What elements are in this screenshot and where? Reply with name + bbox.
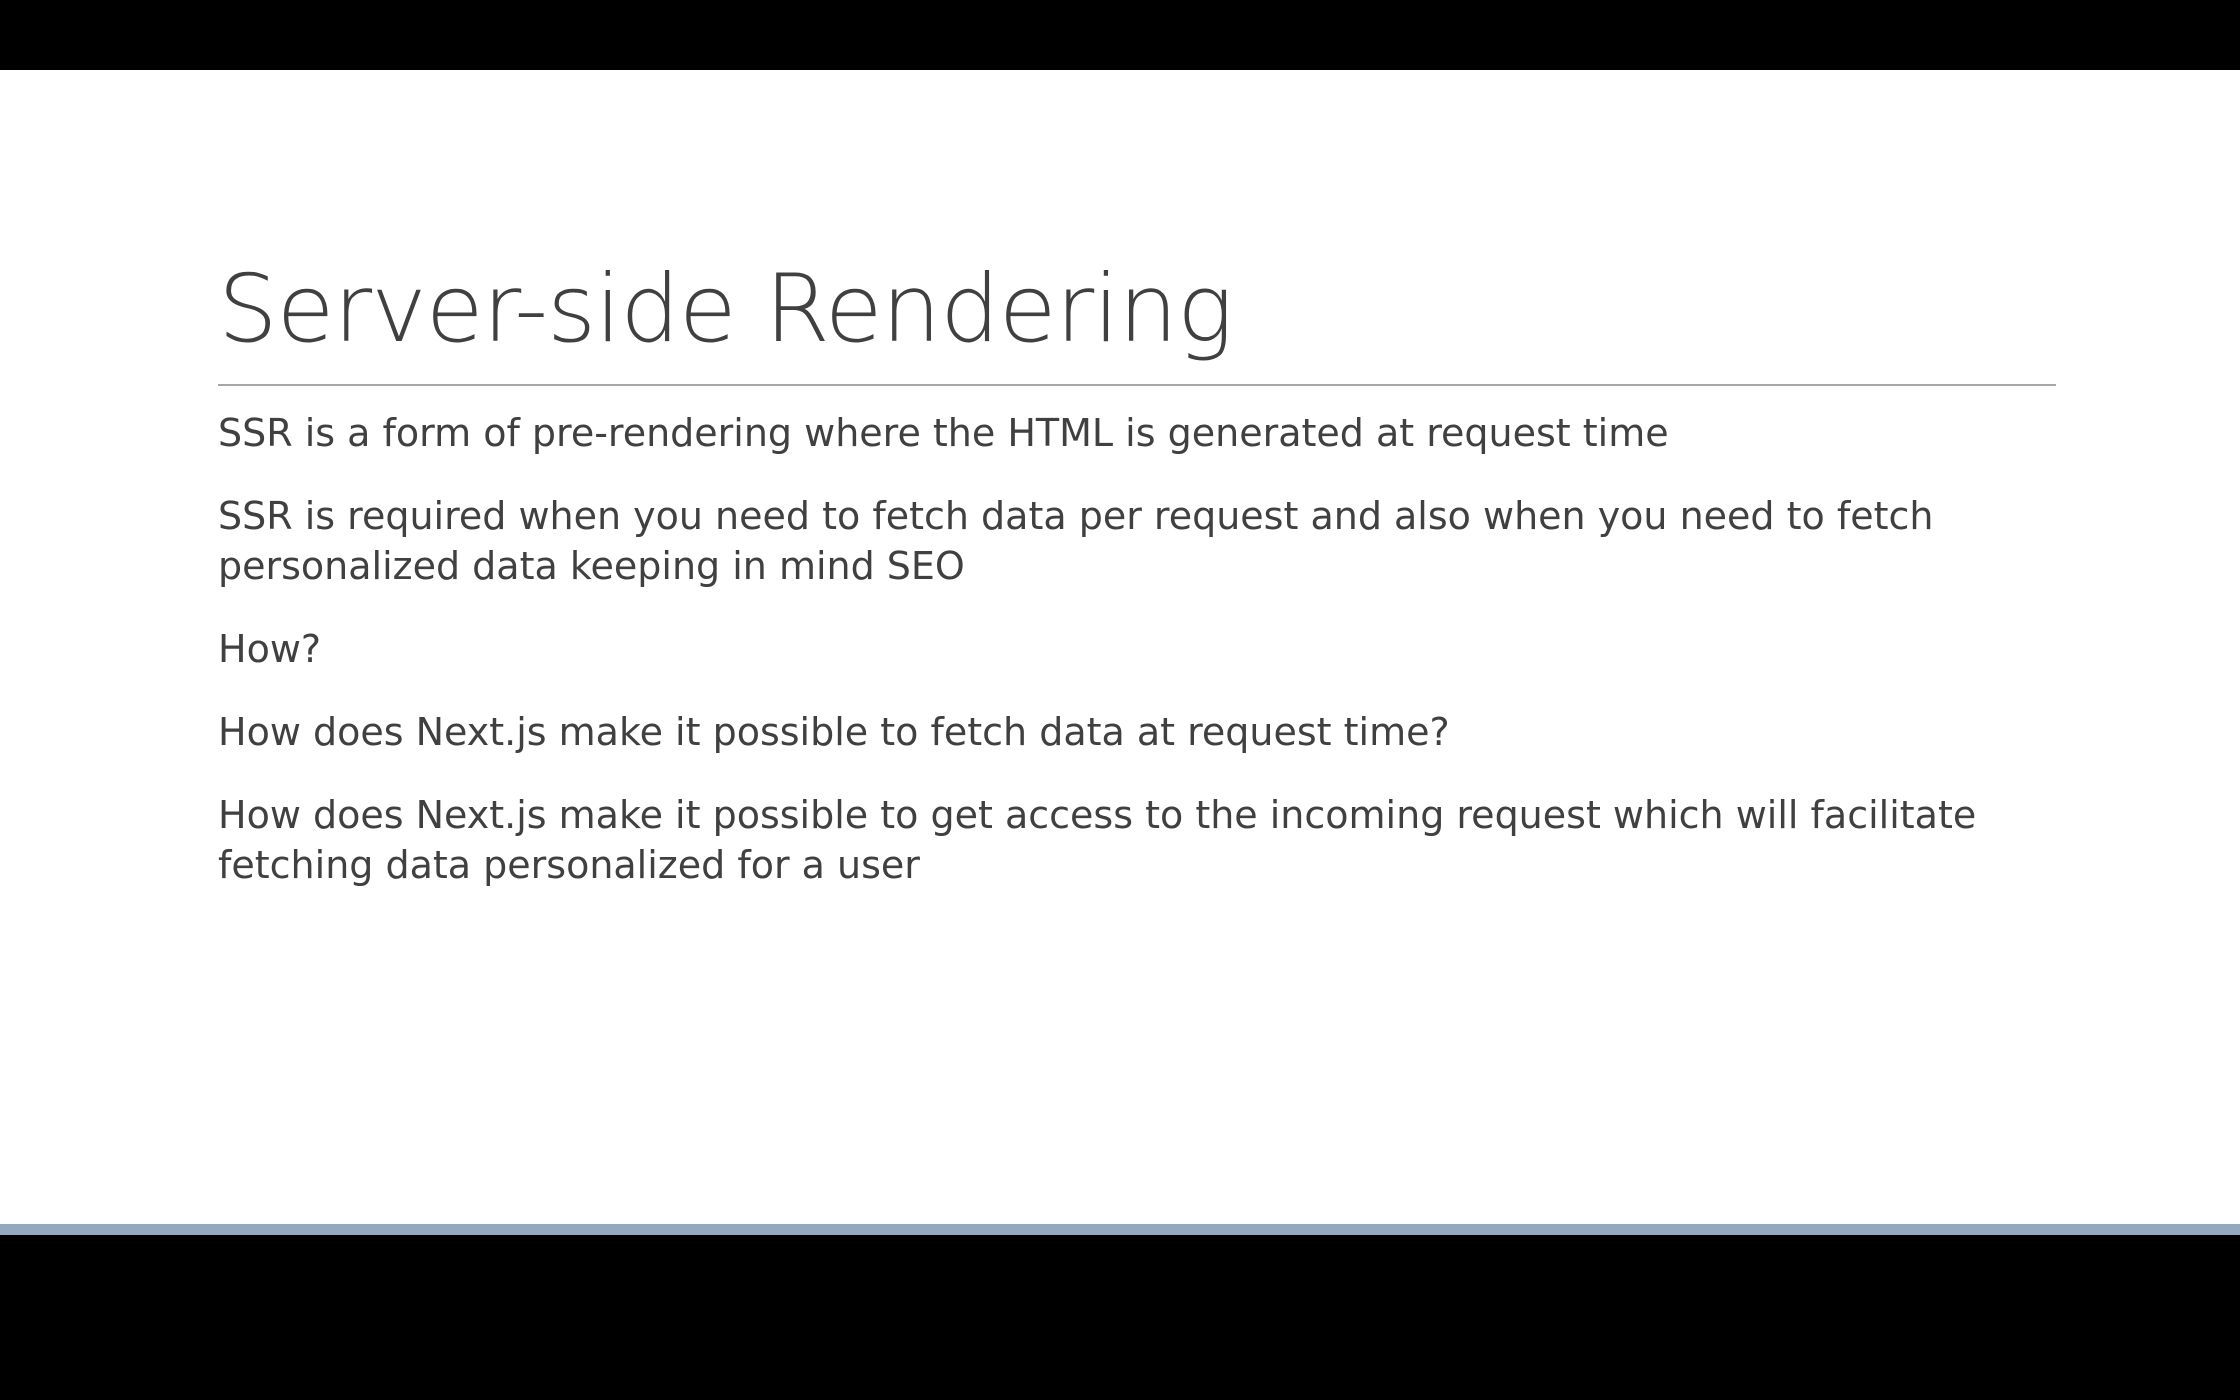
slide: Server-side Rendering SSR is a form of p… [0,70,2240,1235]
slide-accent-bar [0,1224,2240,1235]
body-paragraph: SSR is required when you need to fetch d… [218,494,1934,588]
body-paragraph: How does Next.js make it possible to fet… [218,710,1450,754]
presentation-viewport: Server-side Rendering SSR is a form of p… [0,0,2240,1400]
body-paragraph: How? [218,627,322,671]
body-paragraph: SSR is a form of pre-rendering where the… [218,411,1669,455]
slide-title: Server-side Rendering [218,255,1233,364]
slide-body: SSR is a form of pre-rendering where the… [218,408,2048,923]
body-paragraph: How does Next.js make it possible to get… [218,793,1977,887]
title-divider [218,384,2056,386]
